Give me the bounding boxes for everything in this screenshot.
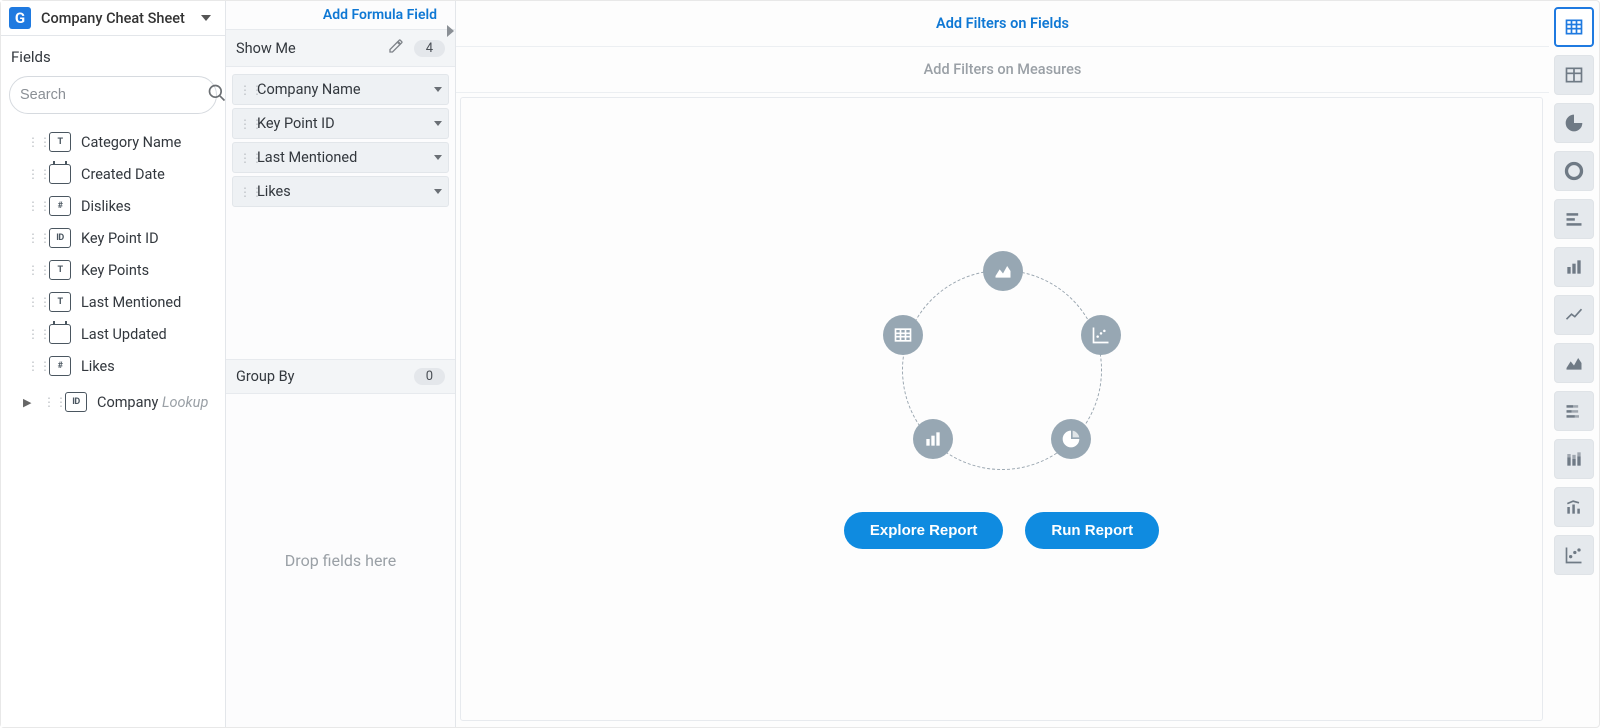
field-item[interactable]: ⋮⋮ ID Key Point ID — [1, 222, 225, 254]
canvas-panel: Add Filters on Fields Add Filters on Mea… — [456, 1, 1549, 727]
add-filters-on-measures[interactable]: Add Filters on Measures — [924, 61, 1082, 78]
field-name: Likes — [81, 358, 115, 375]
field-type-icon: T — [49, 260, 71, 280]
chevron-down-icon[interactable] — [434, 121, 442, 126]
chart-type-scatter[interactable] — [1554, 535, 1594, 575]
show-me-item[interactable]: ⋮⋮ Last Mentioned — [232, 142, 449, 173]
fields-label: Fields — [1, 36, 225, 76]
field-item[interactable]: ⋮⋮ T Key Points — [1, 254, 225, 286]
chart-type-pie[interactable] — [1554, 103, 1594, 143]
show-me-item-label: Company Name — [257, 81, 434, 98]
chevron-down-icon[interactable] — [434, 189, 442, 194]
explore-report-button[interactable]: Explore Report — [844, 512, 1004, 549]
show-me-item-label: Likes — [257, 183, 434, 200]
field-item[interactable]: ⋮⋮ # Dislikes — [1, 190, 225, 222]
drag-handle-icon[interactable]: ⋮⋮ — [27, 231, 39, 245]
field-type-icon — [49, 324, 71, 344]
chart-type-ring — [902, 270, 1102, 470]
lookup-name: Company Lookup — [97, 394, 208, 411]
chevron-right-icon — [447, 25, 454, 37]
chevron-down-icon[interactable] — [434, 87, 442, 92]
search-input[interactable] — [20, 87, 207, 103]
drag-handle-icon[interactable]: ⋮⋮ — [239, 83, 251, 97]
field-item[interactable]: ⋮⋮ Last Updated — [1, 318, 225, 350]
field-item[interactable]: ⋮⋮ # Likes — [1, 350, 225, 382]
ring-table-icon — [883, 315, 923, 355]
drag-handle-icon[interactable]: ⋮⋮ — [43, 395, 55, 409]
chart-type-combo[interactable] — [1554, 487, 1594, 527]
chart-type-donut[interactable] — [1554, 151, 1594, 191]
show-me-item[interactable]: ⋮⋮ Likes — [232, 176, 449, 207]
chart-type-line[interactable] — [1554, 295, 1594, 335]
show-me-item-label: Key Point ID — [257, 115, 434, 132]
fields-search[interactable] — [9, 76, 217, 114]
show-me-title: Show Me — [236, 40, 388, 57]
field-type-icon — [49, 164, 71, 184]
chart-type-stacked-hbar[interactable] — [1554, 391, 1594, 431]
field-type-icon: # — [49, 356, 71, 376]
drag-handle-icon[interactable]: ⋮⋮ — [27, 167, 39, 181]
edit-show-me[interactable] — [388, 38, 404, 58]
field-name: Last Updated — [81, 326, 167, 343]
field-item[interactable]: ⋮⋮ T Last Mentioned — [1, 286, 225, 318]
show-me-item[interactable]: ⋮⋮ Key Point ID — [232, 108, 449, 139]
chart-type-table-summary[interactable] — [1554, 55, 1594, 95]
chart-type-vbar[interactable] — [1554, 247, 1594, 287]
collapse-config-panel[interactable] — [443, 19, 457, 43]
add-formula-field[interactable]: Add Formula Field — [323, 7, 437, 23]
drag-handle-icon[interactable]: ⋮⋮ — [27, 295, 39, 309]
show-me-count: 4 — [414, 40, 445, 57]
chart-type-hbar[interactable] — [1554, 199, 1594, 239]
field-name: Created Date — [81, 166, 165, 183]
drag-handle-icon[interactable]: ⋮⋮ — [27, 263, 39, 277]
drag-handle-icon[interactable]: ⋮⋮ — [27, 135, 39, 149]
field-name: Key Point ID — [81, 230, 159, 247]
fields-panel: G Company Cheat Sheet Fields ⋮⋮ T Category… — [1, 1, 226, 727]
datasource-dropdown[interactable] — [195, 7, 217, 29]
chart-type-rail — [1549, 1, 1599, 727]
run-report-button[interactable]: Run Report — [1025, 512, 1159, 549]
ring-bar-icon — [913, 419, 953, 459]
field-name: Last Mentioned — [81, 294, 181, 311]
drag-handle-icon[interactable]: ⋮⋮ — [239, 151, 251, 165]
group-by-title: Group By — [236, 368, 404, 385]
chart-type-area[interactable] — [1554, 343, 1594, 383]
search-icon — [207, 83, 227, 107]
chevron-down-icon — [201, 15, 211, 21]
field-type-icon: T — [49, 292, 71, 312]
field-type-icon: T — [49, 132, 71, 152]
drag-handle-icon[interactable]: ⋮⋮ — [239, 185, 251, 199]
ring-scatter-icon — [1081, 315, 1121, 355]
field-type-icon: ID — [65, 392, 87, 412]
config-panel: Add Formula Field Show Me 4 ⋮⋮ Company Na… — [226, 1, 456, 727]
drag-handle-icon[interactable]: ⋮⋮ — [27, 199, 39, 213]
ring-area-icon — [983, 251, 1023, 291]
drag-handle-icon[interactable]: ⋮⋮ — [27, 359, 39, 373]
group-by-drop-zone[interactable]: Drop fields here — [226, 394, 455, 727]
chevron-down-icon[interactable] — [434, 155, 442, 160]
chart-type-table-detail[interactable] — [1554, 7, 1594, 47]
app-logo-icon: G — [9, 7, 31, 29]
drag-handle-icon[interactable]: ⋮⋮ — [27, 327, 39, 341]
field-name: Key Points — [81, 262, 149, 279]
field-item[interactable]: ⋮⋮ T Category Name — [1, 126, 225, 158]
ring-pie-icon — [1051, 419, 1091, 459]
datasource-title: Company Cheat Sheet — [41, 10, 185, 27]
show-me-header: Show Me 4 — [226, 30, 455, 67]
field-item[interactable]: ⋮⋮ Created Date — [1, 158, 225, 190]
drag-handle-icon[interactable]: ⋮⋮ — [239, 117, 251, 131]
field-type-icon: ID — [49, 228, 71, 248]
lookup-row[interactable]: ▶ ⋮⋮ ID Company Lookup — [1, 386, 225, 418]
group-by-header: Group By 0 — [226, 360, 455, 394]
show-me-item-label: Last Mentioned — [257, 149, 434, 166]
field-name: Category Name — [81, 134, 181, 151]
field-type-icon: # — [49, 196, 71, 216]
add-filters-on-fields[interactable]: Add Filters on Fields — [936, 15, 1069, 32]
chart-type-stacked-vbar[interactable] — [1554, 439, 1594, 479]
expand-caret-icon[interactable]: ▶ — [23, 396, 33, 409]
group-by-count: 0 — [414, 368, 445, 385]
show-me-item[interactable]: ⋮⋮ Company Name — [232, 74, 449, 105]
report-canvas: Explore Report Run Report — [460, 97, 1543, 721]
field-name: Dislikes — [81, 198, 131, 215]
